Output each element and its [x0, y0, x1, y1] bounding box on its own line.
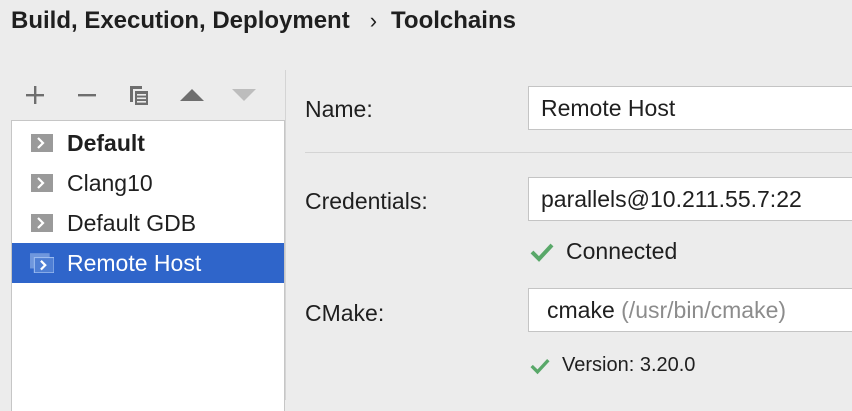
arrow-up-icon — [180, 89, 204, 101]
toolchain-label: Clang10 — [67, 170, 153, 196]
name-value: Remote Host — [541, 95, 676, 121]
move-up-button[interactable] — [175, 80, 209, 110]
connection-status-text: Connected — [566, 238, 678, 264]
name-field[interactable]: Remote Host — [528, 86, 852, 130]
add-toolchain-button[interactable] — [18, 80, 52, 110]
copy-toolchain-button[interactable] — [122, 80, 156, 110]
credentials-select[interactable]: parallels@10.211.55.7:22 — [528, 177, 852, 221]
remove-toolchain-button[interactable] — [70, 80, 104, 110]
remote-toolchain-icon — [30, 253, 54, 273]
cmake-value: cmake — [547, 297, 615, 323]
cmake-path: (/usr/bin/cmake) — [621, 297, 787, 323]
panel-divider — [285, 70, 286, 400]
breadcrumb-parent[interactable]: Build, Execution, Deployment — [11, 7, 350, 35]
breadcrumb-separator: › — [369, 8, 378, 33]
connection-status: Connected — [530, 238, 677, 265]
toolchain-list[interactable]: Default Clang10 Default GDB Remote Host — [11, 120, 285, 411]
breadcrumb: Build, Execution, Deployment › Toolchain… — [11, 4, 516, 38]
minus-icon — [78, 94, 96, 97]
toolchain-toolbar — [18, 80, 268, 110]
cmake-version-text: Version: 3.20.0 — [562, 354, 696, 376]
toolchain-icon — [31, 174, 53, 192]
copy-icon — [130, 86, 148, 105]
toolchain-icon — [31, 134, 53, 152]
cmake-version-status: Version: 3.20.0 — [530, 354, 695, 377]
toolchain-item-clang10[interactable]: Clang10 — [12, 163, 284, 203]
cmake-label: CMake: — [305, 300, 385, 326]
breadcrumb-current: Toolchains — [391, 7, 516, 34]
credentials-value: parallels@10.211.55.7:22 — [541, 186, 802, 212]
toolchain-label: Default GDB — [67, 210, 197, 236]
toolchain-icon — [31, 214, 53, 232]
toolchain-item-remote-host[interactable]: Remote Host — [12, 243, 284, 283]
check-icon — [530, 358, 550, 374]
toolchain-label: Remote Host — [67, 250, 202, 276]
form-separator — [305, 152, 852, 153]
move-down-button[interactable] — [227, 80, 261, 110]
toolchain-label: Default — [67, 130, 145, 156]
credentials-label: Credentials: — [305, 188, 428, 214]
name-label: Name: — [305, 96, 373, 122]
toolchain-item-default-gdb[interactable]: Default GDB — [12, 203, 284, 243]
plus-icon — [26, 86, 44, 104]
check-icon — [530, 243, 554, 262]
toolchain-item-default[interactable]: Default — [12, 123, 284, 163]
cmake-select[interactable]: cmake (/usr/bin/cmake) — [528, 288, 852, 332]
arrow-down-icon — [232, 89, 256, 101]
